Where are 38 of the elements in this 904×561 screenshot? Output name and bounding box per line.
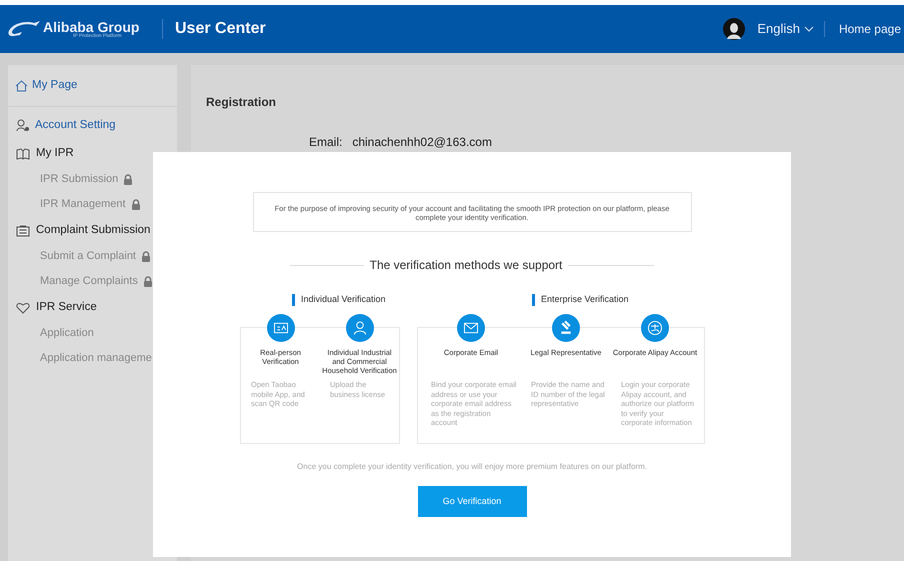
sidebar-item[interactable]: Manage Complaints: [40, 273, 138, 290]
dialog-title: The verification methods we support: [370, 257, 562, 274]
method-icon: [346, 314, 374, 342]
home-link[interactable]: Home page: [838, 20, 901, 38]
go-verification-button[interactable]: Go Verification: [418, 486, 526, 517]
sidebar-item[interactable]: IPR Submission: [40, 171, 118, 188]
method-icon: [266, 314, 294, 342]
group-heading: Individual Verification: [301, 293, 386, 306]
chevron-down-icon: [804, 26, 814, 32]
sidebar-item[interactable]: Application manageme: [40, 350, 152, 367]
method-icon: [552, 314, 580, 342]
sidebar-item[interactable]: Submit a Complaint: [40, 248, 136, 265]
logo-text: Alibaba Group: [43, 20, 140, 34]
sidebar-item[interactable]: IPR Management: [40, 196, 126, 213]
field-label: Email:: [309, 134, 342, 151]
language-dropdown[interactable]: English: [757, 19, 814, 39]
document-icon: [16, 224, 30, 236]
method-icon: [457, 314, 485, 342]
heart-icon: [16, 302, 30, 314]
user-settings-icon: [16, 119, 30, 132]
page-title: User Center: [175, 19, 266, 39]
sidebar-group[interactable]: My IPR: [36, 144, 74, 162]
email-value: chinachenhh02@163.com: [352, 134, 492, 151]
sidebar-group[interactable]: IPR Service: [36, 298, 97, 316]
avatar-icon[interactable]: [723, 18, 746, 40]
home-icon: [15, 80, 28, 92]
group-heading: Enterprise Verification: [541, 293, 629, 306]
book-icon: [16, 148, 30, 160]
sidebar-link[interactable]: Account Setting: [35, 116, 116, 134]
sidebar-group[interactable]: Complaint Submission: [36, 222, 150, 240]
sidebar-link[interactable]: My Page: [32, 76, 78, 94]
accent-bar-icon: [292, 294, 295, 306]
sidebar-item[interactable]: Application: [40, 325, 94, 342]
method-icon: [641, 314, 669, 342]
footnote-text: Once you complete your identity verification, you will enjoy more premium features on our platform.: [297, 461, 647, 473]
accent-bar-icon: [532, 294, 535, 306]
logo-icon: [6, 19, 42, 39]
section-heading: Registration: [206, 94, 278, 111]
